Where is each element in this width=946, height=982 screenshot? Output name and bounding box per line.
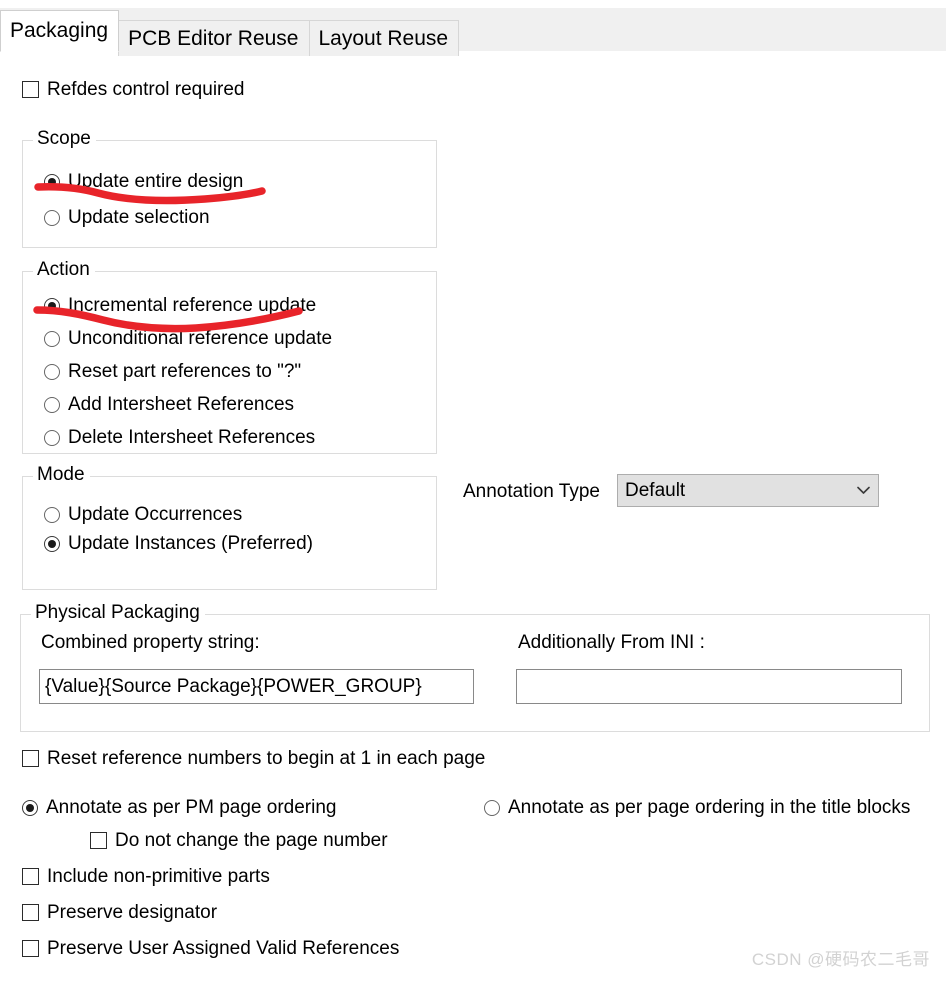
preserve-designator-label: Preserve designator	[47, 902, 218, 923]
tab-bar: Packaging PCB Editor Reuse Layout Reuse	[0, 8, 460, 56]
action-delete-intersheet-references-label: Delete Intersheet References	[68, 427, 316, 448]
reset-reference-numbers-checkbox[interactable]	[22, 750, 39, 767]
mode-update-occurrences-label: Update Occurrences	[68, 504, 243, 525]
action-incremental-reference-update-label: Incremental reference update	[68, 295, 317, 316]
action-add-intersheet-references-radio[interactable]	[44, 396, 60, 413]
tab-layout-reuse[interactable]: Layout Reuse	[308, 20, 460, 56]
preserve-designator-row[interactable]: Preserve designator	[22, 903, 217, 922]
action-add-intersheet-references-label: Add Intersheet References	[68, 394, 295, 415]
action-option-unconditional-reference-update[interactable]: Unconditional reference update	[44, 329, 332, 348]
mode-option-update-instances[interactable]: Update Instances (Preferred)	[44, 534, 313, 553]
annotate-per-title-block-ordering-label: Annotate as per page ordering in the tit…	[508, 797, 911, 818]
annotation-type-value: Default	[625, 479, 686, 501]
do-not-change-page-number-row[interactable]: Do not change the page number	[90, 831, 388, 850]
action-group-title: Action	[33, 260, 95, 279]
include-non-primitive-parts-label: Include non-primitive parts	[47, 866, 270, 887]
combined-property-string-label: Combined property string:	[41, 632, 260, 653]
scope-update-selection-label: Update selection	[68, 207, 210, 228]
action-incremental-reference-update-radio[interactable]	[44, 297, 60, 314]
physical-packaging-group-title: Physical Packaging	[31, 603, 205, 622]
annotation-type-dropdown[interactable]: Default	[617, 474, 879, 507]
refdes-control-required-row[interactable]: Refdes control required	[22, 80, 245, 99]
annotate-per-pm-page-ordering-label: Annotate as per PM page ordering	[46, 797, 337, 818]
action-option-incremental-reference-update[interactable]: Incremental reference update	[44, 296, 316, 315]
refdes-control-required-label: Refdes control required	[47, 79, 245, 100]
mode-group-title: Mode	[33, 465, 90, 484]
action-unconditional-reference-update-label: Unconditional reference update	[68, 328, 333, 349]
csdn-watermark: CSDN @硬码农二毛哥	[751, 950, 930, 969]
scope-group: Scope	[22, 129, 437, 248]
tab-pcb-editor-reuse[interactable]: PCB Editor Reuse	[118, 20, 310, 56]
chevron-down-icon	[848, 486, 878, 495]
refdes-control-required-checkbox[interactable]	[22, 81, 39, 98]
action-option-delete-intersheet-references[interactable]: Delete Intersheet References	[44, 428, 315, 447]
additionally-from-ini-label: Additionally From INI :	[518, 632, 705, 653]
tab-packaging[interactable]: Packaging	[0, 10, 120, 52]
reset-reference-numbers-label: Reset reference numbers to begin at 1 in…	[47, 748, 486, 769]
mode-update-instances-radio[interactable]	[44, 535, 60, 552]
annotate-dialog-packaging-tab: Packaging PCB Editor Reuse Layout Reuse …	[0, 0, 946, 982]
do-not-change-page-number-label: Do not change the page number	[115, 830, 388, 851]
scope-group-title: Scope	[33, 129, 96, 148]
tab-packaging-label: Packaging	[10, 19, 109, 42]
combined-property-string-value: {Value}{Source Package}{POWER_GROUP}	[45, 675, 422, 697]
annotate-per-pm-page-ordering-radio[interactable]	[22, 799, 38, 816]
annotate-per-pm-page-ordering-row[interactable]: Annotate as per PM page ordering	[22, 798, 336, 817]
scope-option-update-entire-design[interactable]: Update entire design	[44, 172, 243, 191]
mode-option-update-occurrences[interactable]: Update Occurrences	[44, 505, 242, 524]
preserve-user-assigned-valid-references-label: Preserve User Assigned Valid References	[47, 938, 400, 959]
do-not-change-page-number-checkbox[interactable]	[90, 832, 107, 849]
include-non-primitive-parts-checkbox[interactable]	[22, 868, 39, 885]
action-delete-intersheet-references-radio[interactable]	[44, 429, 60, 446]
action-option-reset-part-references[interactable]: Reset part references to "?"	[44, 362, 301, 381]
annotation-type-label: Annotation Type	[463, 481, 600, 502]
scope-update-entire-design-label: Update entire design	[68, 171, 244, 192]
action-reset-part-references-label: Reset part references to "?"	[68, 361, 302, 382]
additionally-from-ini-input[interactable]	[516, 669, 902, 704]
annotate-per-title-block-ordering-row[interactable]: Annotate as per page ordering in the tit…	[484, 798, 910, 817]
scope-update-entire-design-radio[interactable]	[44, 173, 60, 190]
scope-option-update-selection[interactable]: Update selection	[44, 208, 210, 227]
mode-update-instances-label: Update Instances (Preferred)	[68, 533, 314, 554]
tab-layout-reuse-label: Layout Reuse	[318, 27, 449, 50]
tab-pcb-editor-reuse-label: PCB Editor Reuse	[128, 27, 299, 50]
include-non-primitive-parts-row[interactable]: Include non-primitive parts	[22, 867, 270, 886]
combined-property-string-input[interactable]: {Value}{Source Package}{POWER_GROUP}	[39, 669, 474, 704]
preserve-user-assigned-valid-references-row[interactable]: Preserve User Assigned Valid References	[22, 939, 399, 958]
reset-reference-numbers-row[interactable]: Reset reference numbers to begin at 1 in…	[22, 749, 485, 768]
mode-update-occurrences-radio[interactable]	[44, 506, 60, 523]
scope-update-selection-radio[interactable]	[44, 209, 60, 226]
annotate-per-title-block-ordering-radio[interactable]	[484, 799, 500, 816]
preserve-designator-checkbox[interactable]	[22, 904, 39, 921]
preserve-user-assigned-valid-references-checkbox[interactable]	[22, 940, 39, 957]
action-option-add-intersheet-references[interactable]: Add Intersheet References	[44, 395, 294, 414]
action-reset-part-references-radio[interactable]	[44, 363, 60, 380]
action-unconditional-reference-update-radio[interactable]	[44, 330, 60, 347]
